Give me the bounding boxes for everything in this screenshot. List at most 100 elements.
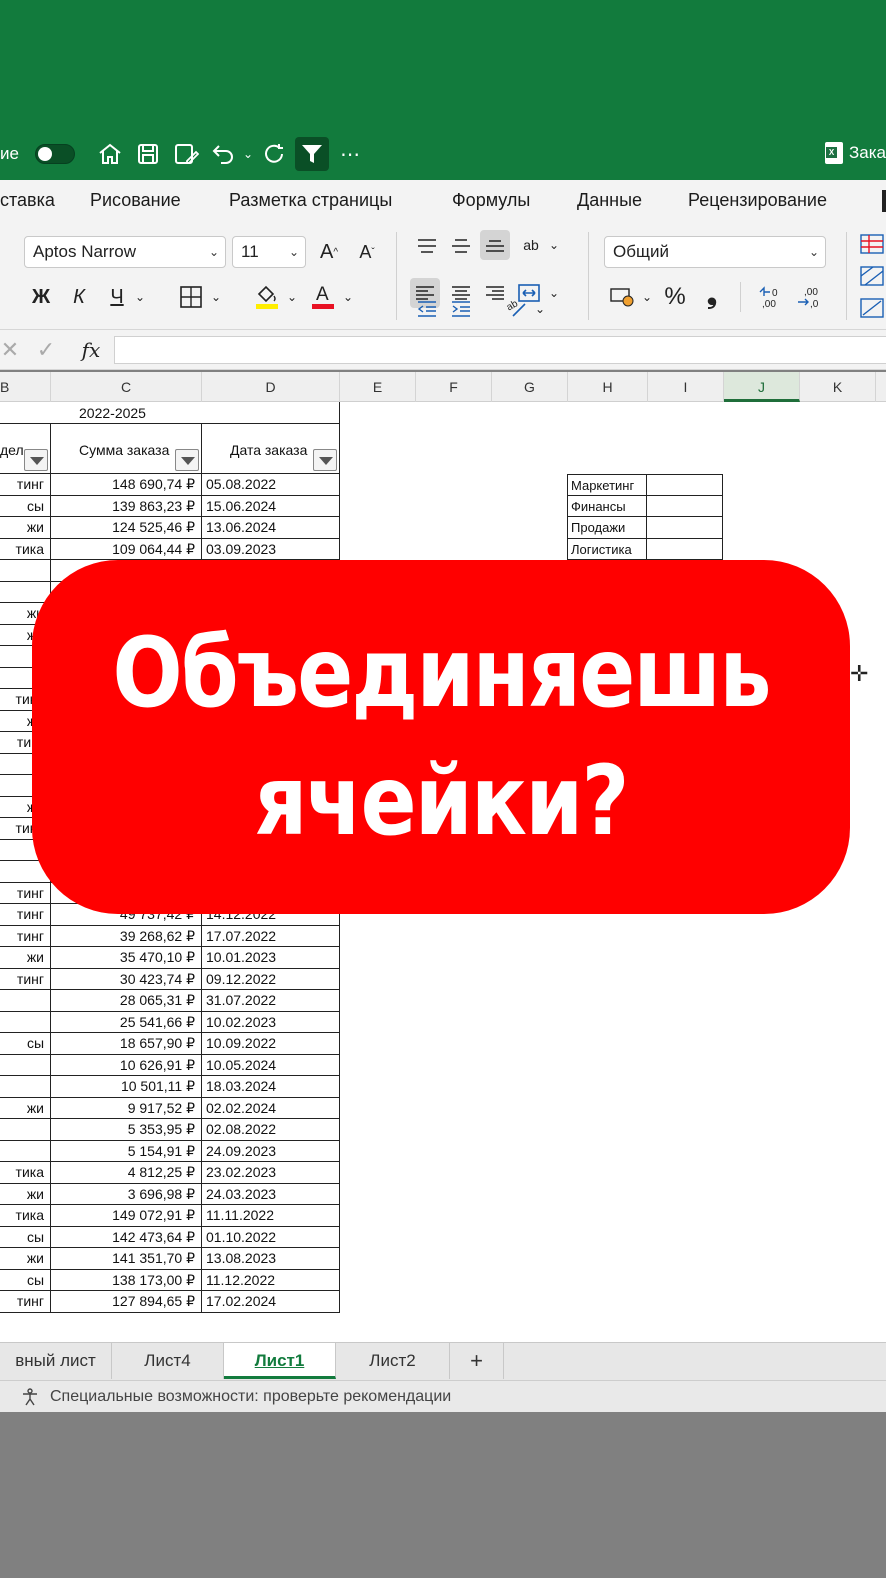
filter-dropdown-icon[interactable] xyxy=(175,449,199,471)
cell-date[interactable]: 17.07.2022 xyxy=(202,925,340,947)
comma-style-button[interactable]: ❟ xyxy=(698,279,726,310)
cell-date[interactable]: 15.06.2024 xyxy=(202,495,340,517)
add-sheet-button[interactable]: + xyxy=(450,1343,504,1379)
cell-dept[interactable]: тинг xyxy=(0,882,51,904)
undo-icon[interactable] xyxy=(207,137,241,171)
cell-dept[interactable]: тика xyxy=(0,1162,51,1184)
cell-dept[interactable]: тинг xyxy=(0,474,51,496)
font-color-icon[interactable]: A xyxy=(308,280,338,312)
chevron-down-icon[interactable]: ⌄ xyxy=(532,296,548,322)
cell-date[interactable]: 02.02.2024 xyxy=(202,1097,340,1119)
cell-amount[interactable]: 10 626,91 ₽ xyxy=(51,1054,202,1076)
cell-dept[interactable]: жи xyxy=(0,947,51,969)
cell-amount[interactable]: 25 541,66 ₽ xyxy=(51,1011,202,1033)
column-header-d[interactable]: D xyxy=(202,372,340,402)
borders-icon[interactable] xyxy=(176,282,206,312)
underline-button[interactable]: Ч xyxy=(102,282,132,312)
cell-dept[interactable]: жи xyxy=(0,517,51,539)
chevron-down-icon[interactable]: ⌄ xyxy=(340,282,356,312)
cell-dept[interactable]: тинг xyxy=(0,968,51,990)
tab-insert[interactable]: ставка xyxy=(0,190,55,211)
save-as-icon[interactable] xyxy=(169,137,203,171)
cell-amount[interactable]: 149 072,91 ₽ xyxy=(51,1205,202,1227)
increase-decimal-icon[interactable]: ,00 0 xyxy=(754,282,788,312)
formula-input[interactable] xyxy=(114,336,886,364)
accounting-format-icon[interactable] xyxy=(606,282,638,312)
autosave-toggle[interactable] xyxy=(34,144,75,164)
cell-date[interactable]: 17.02.2024 xyxy=(202,1291,340,1313)
cell-date[interactable]: 03.09.2023 xyxy=(202,538,340,560)
italic-button[interactable]: К xyxy=(64,282,94,312)
home-icon[interactable] xyxy=(93,137,127,171)
confirm-icon[interactable]: ✓ xyxy=(32,336,60,364)
department-name-cell[interactable]: Продажи xyxy=(567,517,647,539)
cell-dept[interactable]: тинг xyxy=(0,925,51,947)
increase-font-icon[interactable]: A ^ xyxy=(314,236,344,268)
department-value-cell[interactable] xyxy=(647,495,723,517)
cell-dept[interactable]: сы xyxy=(0,495,51,517)
cell-amount[interactable]: 18 657,90 ₽ xyxy=(51,1033,202,1055)
cell-dept[interactable] xyxy=(0,581,51,603)
tab-review[interactable]: Рецензирование xyxy=(688,190,827,211)
filter-icon[interactable] xyxy=(295,137,330,171)
cell-amount[interactable]: 5 154,91 ₽ xyxy=(51,1140,202,1162)
column-header-g[interactable]: G xyxy=(492,372,568,402)
column-header-i[interactable]: I xyxy=(648,372,724,402)
cell-dept[interactable] xyxy=(0,1054,51,1076)
cell-amount[interactable]: 109 064,44 ₽ xyxy=(51,538,202,560)
cell-dept[interactable] xyxy=(0,1119,51,1141)
department-value-cell[interactable] xyxy=(647,517,723,539)
cell-date[interactable]: 05.08.2022 xyxy=(202,474,340,496)
cell-dept[interactable] xyxy=(0,560,51,582)
sheet-tab-list2[interactable]: Лист2 xyxy=(336,1343,450,1379)
increase-indent-icon[interactable] xyxy=(446,294,476,324)
cell-amount[interactable]: 138 173,00 ₽ xyxy=(51,1269,202,1291)
cell-date[interactable]: 31.07.2022 xyxy=(202,990,340,1012)
decrease-font-icon[interactable]: Aˇ xyxy=(352,236,382,268)
department-name-cell[interactable]: Логистика xyxy=(567,538,647,560)
cell-amount[interactable]: 35 470,10 ₽ xyxy=(51,947,202,969)
cell-amount[interactable]: 124 525,46 ₽ xyxy=(51,517,202,539)
tab-formulas[interactable]: Формулы xyxy=(452,190,530,211)
format-as-table-icon[interactable] xyxy=(858,264,886,288)
cell-date[interactable]: 10.01.2023 xyxy=(202,947,340,969)
cancel-icon[interactable]: ✕ xyxy=(0,336,20,364)
cell-amount[interactable]: 30 423,74 ₽ xyxy=(51,968,202,990)
cell-date[interactable]: 13.08.2023 xyxy=(202,1248,340,1270)
align-top-icon[interactable] xyxy=(412,232,442,260)
number-format-dropdown[interactable]: Общий ⌄ xyxy=(604,236,826,268)
cell-dept[interactable]: жи xyxy=(0,1183,51,1205)
chevron-down-icon[interactable]: ⌄ xyxy=(546,232,562,258)
percent-button[interactable]: % xyxy=(660,282,690,312)
cell-date[interactable]: 18.03.2024 xyxy=(202,1076,340,1098)
cell-amount[interactable]: 139 863,23 ₽ xyxy=(51,495,202,517)
cell-dept[interactable]: жи xyxy=(0,1097,51,1119)
cell-dept[interactable]: сы xyxy=(0,1033,51,1055)
align-middle-icon[interactable] xyxy=(446,232,476,260)
department-value-cell[interactable] xyxy=(647,474,723,496)
cell-amount[interactable]: 127 894,65 ₽ xyxy=(51,1291,202,1313)
column-header-h[interactable]: H xyxy=(568,372,648,402)
cell-amount[interactable]: 39 268,62 ₽ xyxy=(51,925,202,947)
cell-amount[interactable]: 142 473,64 ₽ xyxy=(51,1226,202,1248)
font-size-dropdown[interactable]: 11 ⌄ xyxy=(232,236,306,268)
cell-amount[interactable]: 148 690,74 ₽ xyxy=(51,474,202,496)
accessibility-status-text[interactable]: Специальные возможности: проверьте реком… xyxy=(50,1388,451,1406)
merged-title-cell[interactable]: 2022-2025 xyxy=(0,402,340,424)
conditional-format-icon[interactable] xyxy=(858,232,886,256)
cell-dept[interactable] xyxy=(0,1076,51,1098)
cell-date[interactable]: 01.10.2022 xyxy=(202,1226,340,1248)
column-header-c[interactable]: C xyxy=(51,372,202,402)
column-header-k[interactable]: K xyxy=(800,372,876,402)
cell-amount[interactable]: 4 812,25 ₽ xyxy=(51,1162,202,1184)
cell-dept[interactable] xyxy=(0,990,51,1012)
chevron-down-icon[interactable]: ⌄ xyxy=(546,280,562,306)
orientation-icon[interactable]: ab xyxy=(502,292,532,322)
cell-amount[interactable]: 10 501,11 ₽ xyxy=(51,1076,202,1098)
cell-dept[interactable]: сы xyxy=(0,1226,51,1248)
cell-amount[interactable]: 3 696,98 ₽ xyxy=(51,1183,202,1205)
sheet-tab-summary[interactable]: вный лист xyxy=(0,1343,112,1379)
tab-draw[interactable]: Рисование xyxy=(90,190,181,211)
align-bottom-icon[interactable] xyxy=(480,230,510,260)
column-header-j[interactable]: J xyxy=(724,372,800,402)
